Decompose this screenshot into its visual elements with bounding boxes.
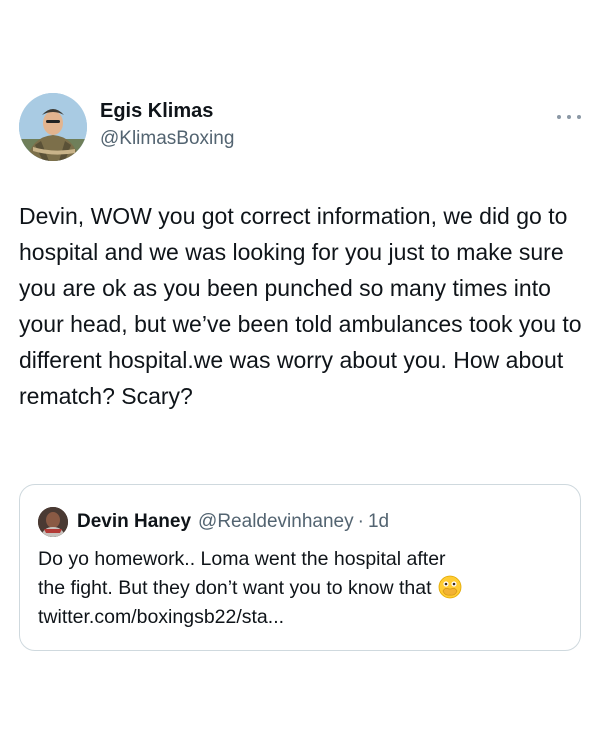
quoted-author-display-name[interactable]: Devin Haney <box>77 511 191 533</box>
quoted-author-avatar[interactable] <box>38 507 68 537</box>
author-display-name[interactable]: Egis Klimas <box>100 99 234 123</box>
quoted-author-avatar-image <box>38 507 68 537</box>
author-handle[interactable]: @KlimasBoxing <box>100 127 234 151</box>
quoted-tweet[interactable]: Devin Haney @Realdevinhaney · 1d Do yo h… <box>19 484 581 651</box>
author-avatar-image <box>19 93 87 161</box>
quoted-text-line-with-emoji: the fight. But they don’t want you to kn… <box>38 574 568 603</box>
author-names: Egis Klimas @KlimasBoxing <box>100 99 234 151</box>
author-row: Egis Klimas @KlimasBoxing <box>19 93 581 161</box>
tweet-text: Devin, WOW you got correct information, … <box>19 203 582 409</box>
face-with-open-eyes-and-hand-over-mouth-icon <box>438 575 462 599</box>
quoted-text-line: the fight. But they don’t want you to kn… <box>38 577 432 599</box>
quoted-timestamp[interactable]: 1d <box>368 511 389 533</box>
quoted-tweet-text: Do yo homework.. Loma went the hospital … <box>38 545 568 632</box>
more-options-icon[interactable] <box>557 111 581 123</box>
author-avatar[interactable] <box>19 93 87 161</box>
more-dot <box>567 115 571 119</box>
quoted-tweet-link[interactable]: twitter.com/boxingsb22/sta... <box>38 603 568 632</box>
quoted-tweet-header: Devin Haney @Realdevinhaney · 1d <box>38 507 389 537</box>
quoted-author-handle[interactable]: @Realdevinhaney <box>198 511 354 533</box>
more-dot <box>577 115 581 119</box>
tweet-card: Egis Klimas @KlimasBoxing Devin, WOW you… <box>0 0 600 750</box>
quoted-separator: · <box>357 511 364 532</box>
more-dot <box>557 115 561 119</box>
quoted-text-line: Do yo homework.. Loma went the hospital … <box>38 548 446 570</box>
